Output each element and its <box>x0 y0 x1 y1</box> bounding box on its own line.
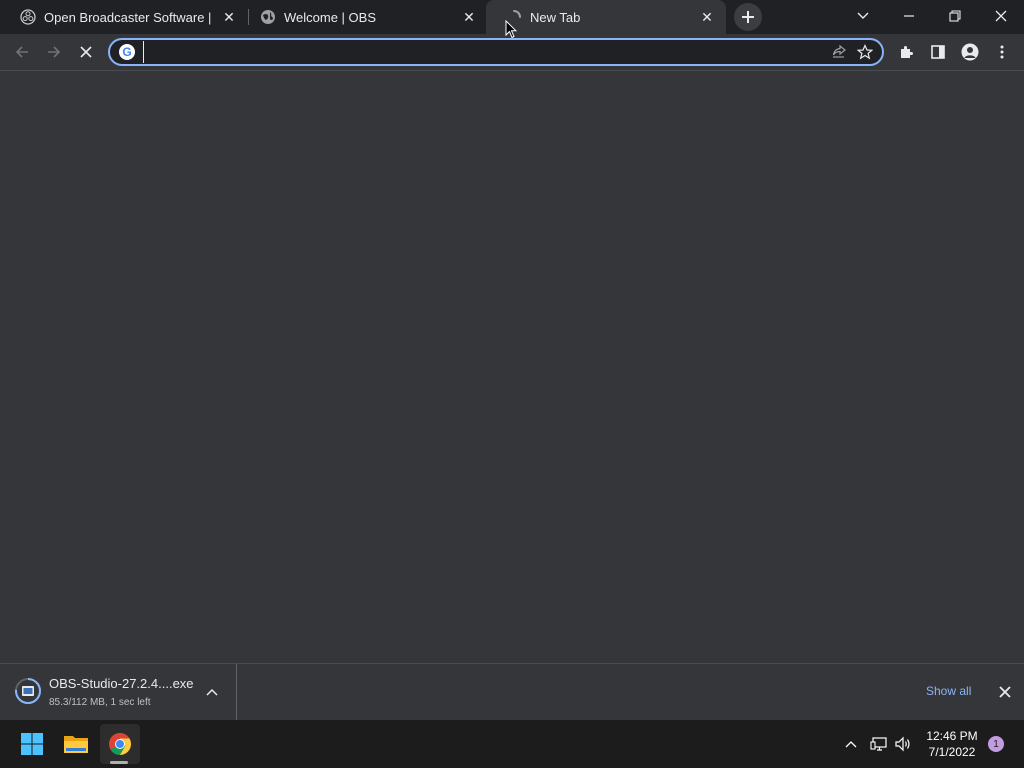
close-icon <box>995 10 1007 22</box>
clock-time: 12:46 PM <box>926 729 978 743</box>
tab-new-tab[interactable]: New Tab ✕ <box>486 0 726 34</box>
tab-title: Open Broadcaster Software | OBS <box>44 9 214 25</box>
notification-badge[interactable]: 1 <box>988 736 1004 752</box>
forward-button[interactable] <box>40 38 68 66</box>
tab-search-button[interactable] <box>840 0 886 32</box>
close-tab-icon[interactable]: ✕ <box>220 8 238 26</box>
network-icon[interactable] <box>868 732 890 756</box>
close-tab-icon[interactable]: ✕ <box>460 8 478 26</box>
windows-logo-icon <box>21 733 43 755</box>
download-shelf: OBS-Studio-27.2.4....exe 85.3/112 MB, 1 … <box>0 663 1024 720</box>
stop-loading-button[interactable] <box>72 38 100 66</box>
browser-toolbar: G <box>0 34 1024 71</box>
arrow-right-icon <box>48 46 61 58</box>
address-bar[interactable]: G <box>108 38 884 66</box>
show-all-downloads-button[interactable]: Show all <box>918 682 979 700</box>
tab-welcome-obs[interactable]: Welcome | OBS ✕ <box>240 0 488 34</box>
close-window-button[interactable] <box>978 0 1024 32</box>
menu-button[interactable] <box>988 38 1016 66</box>
puzzle-icon <box>901 46 913 58</box>
close-icon <box>80 46 92 58</box>
back-button[interactable] <box>8 38 36 66</box>
restore-icon <box>949 10 961 22</box>
minimize-button[interactable] <box>886 0 932 32</box>
google-icon: G <box>119 44 135 60</box>
download-status: 85.3/112 MB, 1 sec left <box>49 697 151 708</box>
address-input[interactable] <box>143 41 826 63</box>
side-panel-button[interactable] <box>924 38 952 66</box>
extensions-button[interactable] <box>892 38 920 66</box>
arrow-left-icon <box>15 46 28 58</box>
minimize-icon <box>904 15 914 17</box>
bookmark-star-icon[interactable] <box>852 40 878 64</box>
chevron-up-icon[interactable] <box>202 682 222 702</box>
obs-icon <box>20 9 36 25</box>
tab-obs-home[interactable]: Open Broadcaster Software | OBS ✕ <box>0 0 248 34</box>
close-shelf-button[interactable] <box>995 682 1015 702</box>
close-tab-icon[interactable]: ✕ <box>698 8 716 26</box>
chrome-icon <box>109 733 131 755</box>
download-filename: OBS-Studio-27.2.4....exe <box>49 676 194 691</box>
chevron-up-icon <box>845 741 857 748</box>
chrome-taskbar-button[interactable] <box>100 724 140 764</box>
tab-title: Welcome | OBS <box>284 9 376 25</box>
close-icon <box>999 686 1011 698</box>
plus-icon <box>742 11 754 23</box>
volume-icon[interactable] <box>892 732 914 756</box>
file-explorer-button[interactable] <box>56 724 96 764</box>
download-item[interactable]: OBS-Studio-27.2.4....exe 85.3/112 MB, 1 … <box>0 664 237 720</box>
tab-title: New Tab <box>530 9 581 25</box>
profile-icon <box>961 43 979 61</box>
active-app-indicator <box>110 761 128 764</box>
chevron-down-icon <box>857 12 869 19</box>
side-panel-icon <box>931 45 945 59</box>
new-tab-button[interactable] <box>734 3 762 31</box>
start-button[interactable] <box>12 724 52 764</box>
mouse-pointer-icon <box>505 20 517 39</box>
profile-button[interactable] <box>956 38 984 66</box>
page-content <box>0 71 1024 663</box>
show-hidden-icons-button[interactable] <box>840 732 862 756</box>
share-icon[interactable] <box>826 40 852 64</box>
system-clock[interactable]: 12:46 PM 7/1/2022 <box>922 728 982 760</box>
clock-date: 7/1/2022 <box>928 745 976 759</box>
windows-taskbar: 12:46 PM 7/1/2022 <box>0 720 1024 768</box>
folder-icon <box>64 736 88 753</box>
restore-button[interactable] <box>932 0 978 32</box>
download-progress-icon <box>15 678 41 704</box>
globe-icon <box>260 9 276 25</box>
more-vert-icon <box>1000 45 1004 59</box>
